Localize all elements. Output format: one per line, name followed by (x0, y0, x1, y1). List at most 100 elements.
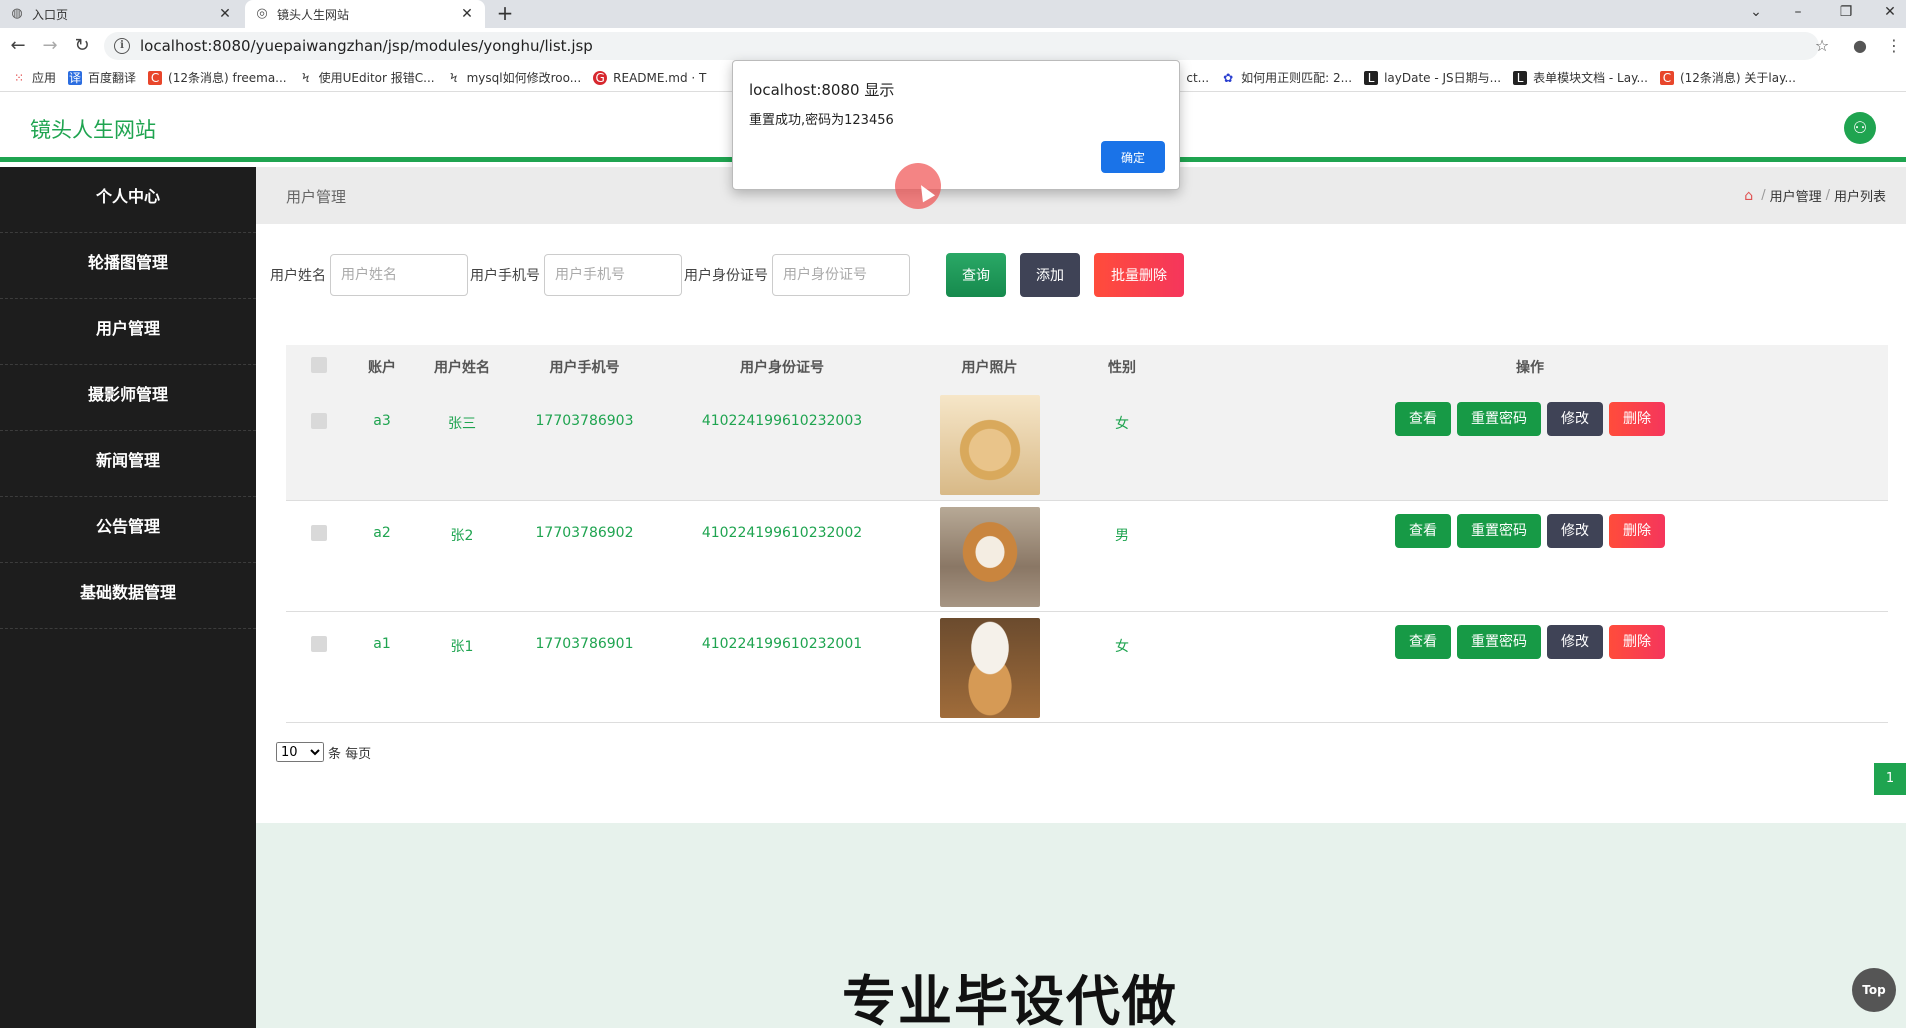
select-all-checkbox[interactable] (311, 357, 327, 373)
bookmark-ueditor[interactable]: Ϟ 使用UEditor 报错C... (299, 69, 435, 86)
bookmark-laydate[interactable]: LlayDate - JS日期与... (1364, 69, 1501, 86)
layui-icon: L (1364, 70, 1379, 85)
alert-ok-button[interactable]: 确定 (1101, 141, 1165, 173)
view-button[interactable]: 查看 (1395, 513, 1451, 548)
sidebar-item-users[interactable]: 用户管理 (0, 299, 256, 365)
reset-password-button[interactable]: 重置密码 (1457, 513, 1541, 548)
phone-search-input[interactable] (544, 254, 682, 296)
batch-delete-button[interactable]: 批量删除 (1094, 253, 1184, 297)
page-button-1[interactable]: 1 (1874, 763, 1906, 795)
reload-icon[interactable]: ↻ (72, 36, 92, 56)
delete-button[interactable]: 删除 (1609, 402, 1665, 436)
browser-tab-bar: ◍ 入口页 ✕ ◎ 镜头人生网站 ✕ + ⌄ – ❐ ✕ (0, 0, 1906, 28)
page-size-control: 10 条 每页 (276, 742, 371, 762)
shiba-photo[interactable] (939, 506, 1040, 607)
delete-button[interactable]: 删除 (1609, 624, 1665, 659)
apps-icon: ⁙ (13, 70, 25, 85)
bookmark-baidu-translate[interactable]: 译百度翻译 (68, 69, 136, 86)
row-checkbox[interactable] (311, 635, 327, 652)
browser-tab-site[interactable]: ◎ 镜头人生网站 ✕ (245, 0, 485, 28)
sidebar-item-base-data[interactable]: 基础数据管理 (0, 563, 256, 629)
idcard-label: 用户身份证号 (684, 268, 768, 284)
search-form: 用户姓名 用户手机号 用户身份证号 查询 添加 批量删除 (270, 253, 1184, 297)
menu-icon[interactable]: ⋮ (1884, 36, 1904, 56)
cell-name: 张三 (448, 416, 476, 432)
bookmark-csdn-1[interactable]: C (12条消息) freema... (148, 69, 287, 86)
name-search-input[interactable] (330, 254, 468, 296)
table-row: a3 张三 17703786903 410224199610232003 女 查… (286, 389, 1888, 500)
user-avatar-icon[interactable]: ⚇ (1844, 112, 1876, 144)
idcard-search-input[interactable] (772, 254, 910, 296)
home-icon[interactable]: ⌂ (1744, 188, 1753, 204)
row-checkbox[interactable] (311, 413, 327, 429)
col-idcard: 用户身份证号 (740, 360, 824, 376)
alert-message: 重置成功,密码为123456 (749, 113, 894, 128)
back-to-top-button[interactable]: Top (1852, 968, 1896, 1012)
reset-password-button[interactable]: 重置密码 (1457, 402, 1541, 436)
sidebar-item-news[interactable]: 新闻管理 (0, 431, 256, 497)
cat-photo[interactable] (939, 617, 1040, 718)
sidebar-item-profile[interactable]: 个人中心 (0, 167, 256, 233)
col-ops: 操作 (1516, 360, 1544, 376)
cell-idcard: 410224199610232001 (701, 635, 863, 652)
bookmark-mysql[interactable]: Ϟmysql如何修改roo... (447, 69, 582, 86)
table-header-row: 账户 用户姓名 用户手机号 用户身份证号 用户照片 性别 操作 (286, 345, 1888, 389)
row-actions: 查看 重置密码 修改 删除 (1172, 611, 1888, 722)
col-photo: 用户照片 (961, 360, 1018, 376)
bookmark-csdn-2[interactable]: C (12条消息) 关于lay... (1659, 69, 1796, 86)
main-content: 用户管理 ⌂ / 用户管理 / 用户列表 用户姓名 用户手机号 用户身份证号 查… (256, 167, 1906, 1028)
page-size-suffix: 条 每页 (328, 746, 372, 762)
table-row: a1 张1 17703786901 410224199610232001 女 查… (286, 611, 1888, 722)
minimize-icon[interactable]: – (1786, 0, 1810, 28)
puppy-photo[interactable] (939, 395, 1040, 495)
sidebar-item-carousel[interactable]: 轮播图管理 (0, 233, 256, 299)
name-label: 用户姓名 (270, 268, 326, 284)
breadcrumb: ⌂ / 用户管理 / 用户列表 (1744, 186, 1886, 206)
breadcrumb-user-mgmt[interactable]: 用户管理 (1770, 186, 1822, 205)
view-button[interactable]: 查看 (1395, 624, 1451, 659)
cell-account: a3 (373, 413, 391, 429)
tab-search-icon[interactable]: ⌄ (1744, 0, 1768, 28)
restore-icon[interactable]: ❐ (1834, 0, 1858, 28)
info-icon[interactable]: i (114, 38, 130, 54)
edit-button[interactable]: 修改 (1547, 513, 1603, 548)
close-icon[interactable]: ✕ (217, 6, 233, 22)
window-close-icon[interactable]: ✕ (1878, 0, 1902, 28)
edit-button[interactable]: 修改 (1547, 402, 1603, 436)
address-bar: ← → ↻ i localhost:8080/yuepaiwangzhan/js… (0, 28, 1906, 64)
browser-tab-entry[interactable]: ◍ 入口页 ✕ (0, 0, 243, 28)
cell-gender: 女 (1115, 638, 1129, 655)
row-checkbox[interactable] (311, 524, 327, 541)
phone-label: 用户手机号 (470, 268, 540, 284)
bookmark-ct[interactable]: ct... (1186, 71, 1209, 85)
csdn-icon: C (1659, 70, 1674, 85)
forward-arrow-icon[interactable]: → (40, 36, 60, 56)
page-size-select[interactable]: 10 (276, 742, 324, 762)
view-button[interactable]: 查看 (1395, 402, 1451, 436)
star-icon[interactable]: ☆ (1812, 36, 1832, 56)
csdn-icon: C (148, 70, 163, 85)
query-button[interactable]: 查询 (946, 253, 1006, 297)
sidebar-item-photographers[interactable]: 摄影师管理 (0, 365, 256, 431)
new-tab-icon[interactable]: + (493, 2, 517, 26)
sidebar-item-notices[interactable]: 公告管理 (0, 497, 256, 563)
url-field[interactable]: i localhost:8080/yuepaiwangzhan/jsp/modu… (104, 32, 1819, 60)
close-icon[interactable]: ✕ (459, 6, 475, 22)
bookmark-regex[interactable]: ✿ 如何用正则匹配: 2... (1221, 69, 1352, 86)
profile-icon[interactable]: ● (1850, 36, 1870, 56)
baidu-paw-icon: ✿ (1223, 70, 1234, 85)
delete-button[interactable]: 删除 (1609, 513, 1665, 548)
back-arrow-icon[interactable]: ← (8, 36, 28, 56)
user-table: 账户 用户姓名 用户手机号 用户身份证号 用户照片 性别 操作 a3 张三 17… (286, 345, 1888, 723)
col-gender: 性别 (1108, 360, 1136, 376)
edit-button[interactable]: 修改 (1547, 624, 1603, 659)
bookmark-layui-form[interactable]: L 表单模块文档 - Lay... (1513, 69, 1648, 86)
bookmark-apps[interactable]: ⁙ 应用 (12, 69, 56, 86)
alert-title: localhost:8080 显示 (749, 81, 895, 99)
reset-password-button[interactable]: 重置密码 (1457, 624, 1541, 659)
add-button[interactable]: 添加 (1020, 253, 1080, 297)
alert-dialog: localhost:8080 显示 重置成功,密码为123456 确定 (732, 60, 1180, 190)
cell-name: 张1 (450, 638, 474, 655)
cell-phone: 17703786901 (535, 635, 634, 652)
bookmark-readme[interactable]: G README.md · T (593, 70, 706, 85)
